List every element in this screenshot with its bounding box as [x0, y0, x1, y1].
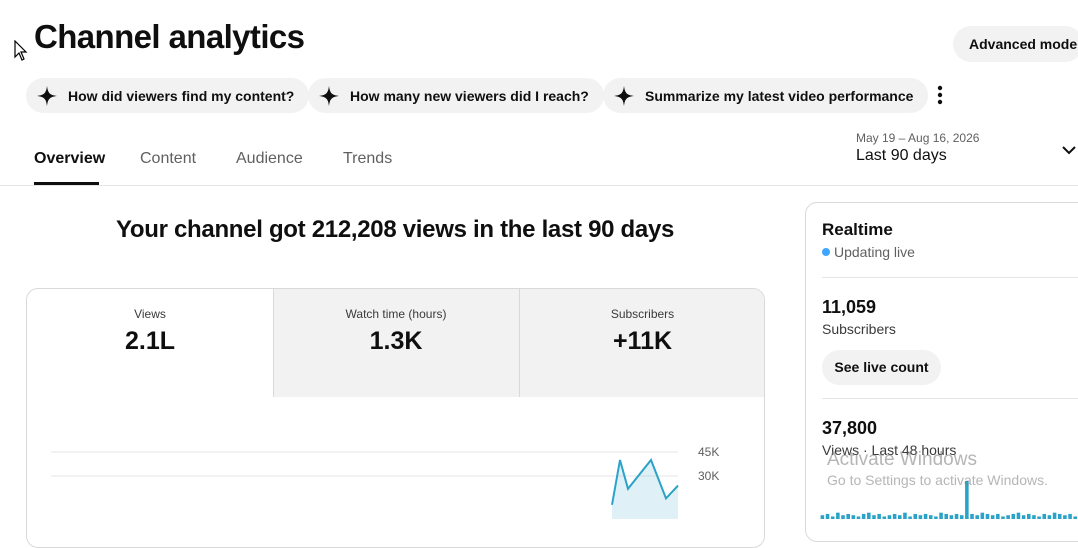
metric-value: 2.1L: [124, 327, 176, 355]
tab-content[interactable]: Content: [140, 150, 196, 168]
realtime-status: Updating live: [822, 244, 915, 260]
metric-tab-views[interactable]: Views 2.1L: [27, 289, 273, 397]
realtime-bar: [918, 515, 923, 519]
tab-audience[interactable]: Audience: [236, 150, 303, 168]
y-tick-label: 30K: [698, 469, 719, 483]
chevron-down-icon[interactable]: [1060, 143, 1078, 157]
realtime-bar: [959, 515, 964, 519]
subscriber-count-label: Subscribers: [822, 321, 896, 337]
metric-value: +11K: [612, 327, 673, 355]
realtime-bar: [1021, 515, 1026, 519]
realtime-bar: [990, 515, 995, 519]
realtime-bar: [867, 512, 871, 519]
realtime-bar: [1006, 515, 1010, 519]
metric-label: Views: [134, 307, 166, 321]
realtime-bar: [825, 513, 830, 519]
realtime-bar: [1063, 515, 1067, 519]
realtime-bar: [1057, 513, 1062, 519]
realtime-bar: [985, 513, 990, 519]
views-line-chart: 45K 30K: [51, 445, 719, 519]
metric-label: Subscribers: [610, 307, 675, 321]
realtime-bar: [928, 515, 933, 519]
realtime-bar: [996, 513, 1000, 519]
mouse-cursor-icon: [14, 40, 28, 61]
realtime-bar: [939, 512, 943, 519]
suggestion-chip-label: How did viewers find my content?: [68, 87, 295, 104]
realtime-bar: [913, 513, 918, 519]
metric-value: 1.3K: [369, 327, 423, 355]
realtime-bar: [846, 513, 850, 519]
activate-windows-hint: Go to Settings to activate Windows.: [827, 472, 1048, 488]
realtime-bar: [872, 515, 876, 519]
realtime-bar: [1016, 512, 1021, 519]
realtime-bar: [903, 512, 907, 519]
live-dot-icon: [822, 248, 830, 256]
sparkle-icon: [318, 85, 340, 106]
realtime-bar: [877, 513, 881, 519]
page-title: Channel analytics: [34, 18, 305, 55]
realtime-bar: [1011, 513, 1016, 519]
realtime-bar: [898, 515, 902, 519]
realtime-bar: [1068, 513, 1072, 519]
realtime-bar: [1052, 512, 1057, 519]
date-range-label[interactable]: Last 90 days: [856, 147, 947, 165]
realtime-bar: [954, 513, 959, 519]
metric-tab-subscribers[interactable]: Subscribers +11K: [519, 289, 764, 397]
realtime-bar: [851, 515, 856, 519]
advanced-mode-button[interactable]: Advanced mode: [953, 26, 1078, 62]
realtime-divider: [822, 277, 1078, 278]
subscriber-count: 11,059: [822, 297, 877, 317]
realtime-bar: [836, 512, 840, 519]
realtime-bar: [980, 512, 985, 519]
realtime-divider: [822, 398, 1078, 399]
realtime-bar: [1047, 515, 1052, 519]
metric-label: Watch time (hours): [345, 307, 447, 321]
realtime-bar: [1032, 515, 1036, 519]
tabs-divider: [0, 185, 1078, 186]
tab-overview[interactable]: Overview: [34, 150, 105, 168]
views-headline: Your channel got 212,208 views in the la…: [115, 216, 675, 243]
realtime-bar: [841, 515, 845, 519]
metric-divider: [519, 289, 520, 397]
tab-trends[interactable]: Trends: [343, 150, 392, 168]
realtime-title: Realtime: [822, 220, 893, 239]
suggestion-chip-traffic[interactable]: How did viewers find my content?: [26, 78, 310, 113]
more-vert-icon[interactable]: [930, 84, 950, 106]
sparkle-icon: [613, 85, 635, 106]
realtime-bar: [970, 513, 974, 519]
realtime-bar: [1027, 513, 1031, 519]
metric-tab-watch-time[interactable]: Watch time (hours) 1.3K: [273, 289, 519, 397]
realtime-bar: [1042, 513, 1047, 519]
realtime-bar: [861, 513, 866, 519]
realtime-status-label: Updating live: [834, 244, 915, 260]
realtime-bar: [923, 513, 928, 519]
views-48h-count: 37,800: [822, 418, 878, 438]
realtime-bar: [944, 513, 948, 519]
y-tick-label: 45K: [698, 445, 719, 459]
suggestion-chip-new-viewers[interactable]: How many new viewers did I reach?: [308, 78, 604, 113]
date-range-text[interactable]: May 19 – Aug 16, 2026: [856, 131, 979, 145]
suggestion-chip-label: Summarize my latest video performance: [645, 87, 914, 104]
activate-windows-watermark: Activate Windows: [827, 449, 977, 470]
metric-divider: [273, 289, 274, 397]
see-live-count-button[interactable]: See live count: [822, 350, 941, 385]
sparkle-icon: [36, 85, 58, 106]
realtime-bar: [892, 513, 897, 519]
suggestion-chip-summary[interactable]: Summarize my latest video performance: [603, 78, 929, 113]
realtime-bar: [949, 515, 954, 519]
suggestion-chip-label: How many new viewers did I reach?: [350, 87, 589, 104]
realtime-bar: [975, 515, 979, 519]
realtime-bar: [820, 515, 825, 519]
realtime-bar: [887, 515, 892, 519]
